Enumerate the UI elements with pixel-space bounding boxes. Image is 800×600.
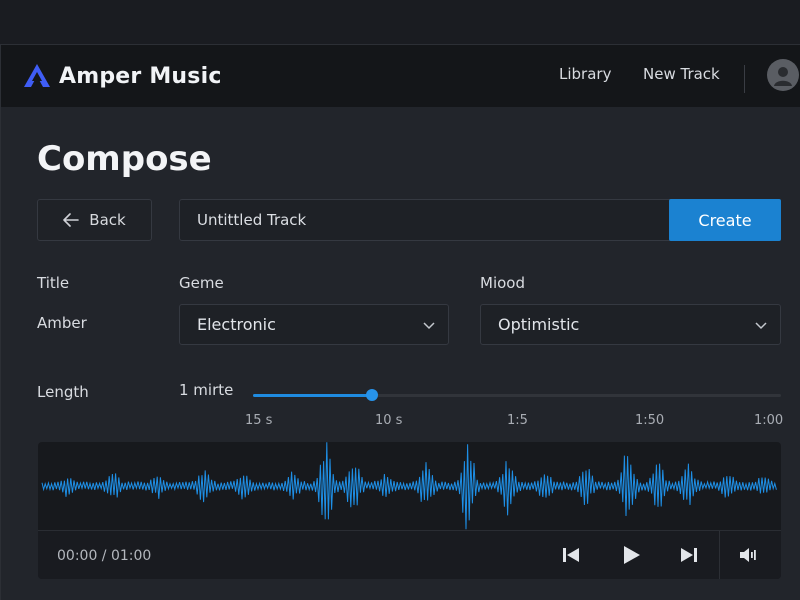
length-slider[interactable]	[253, 389, 781, 401]
app-window: Amper Music Library New Track Compose Ba…	[0, 44, 800, 600]
genre-value: Electronic	[197, 315, 276, 334]
nav-new-track[interactable]: New Track	[643, 65, 720, 83]
length-slider-thumb[interactable]	[366, 389, 379, 401]
navbar: Amper Music Library New Track	[1, 45, 800, 107]
length-slider-fill	[253, 394, 373, 397]
length-tick: 1:00	[754, 413, 784, 428]
length-tick: 1:5	[507, 413, 528, 428]
waveform-path	[41, 442, 777, 530]
chevron-down-icon	[755, 322, 767, 330]
arrow-left-icon	[63, 213, 80, 227]
chevron-down-icon	[423, 322, 435, 330]
genre-label: Geme	[179, 274, 224, 292]
brand-name: Amper Music	[59, 63, 222, 89]
title-value: Amber	[37, 314, 87, 332]
length-label: Length	[37, 383, 89, 401]
brand[interactable]: Amper Music	[23, 61, 222, 91]
length-tick: 10 s	[375, 413, 403, 428]
nav-library[interactable]: Library	[559, 65, 611, 83]
length-tick: 15 s	[245, 413, 273, 428]
amper-logo-icon	[24, 64, 50, 87]
title-label: Title	[37, 274, 70, 292]
mood-select[interactable]: Optimistic	[480, 304, 781, 345]
avatar[interactable]	[767, 59, 799, 91]
player-controls: 00:00 / 01:00	[38, 530, 781, 579]
length-tick: 1:50	[635, 413, 665, 428]
track-title-input[interactable]	[180, 200, 670, 240]
audio-player: 00:00 / 01:00	[38, 442, 781, 579]
volume-icon[interactable]	[738, 545, 758, 565]
nav-divider	[744, 65, 745, 93]
page-title: Compose	[37, 139, 212, 179]
mood-label: Miood	[480, 274, 525, 292]
avatar-user-icon	[774, 67, 792, 86]
back-label: Back	[89, 211, 126, 229]
length-value: 1 mirte	[179, 381, 234, 399]
back-button[interactable]: Back	[37, 199, 152, 241]
play-icon[interactable]	[620, 544, 642, 566]
skip-forward-icon[interactable]	[679, 545, 699, 565]
top-strip	[0, 0, 800, 44]
waveform[interactable]	[38, 442, 781, 530]
playback-time: 00:00 / 01:00	[57, 548, 152, 564]
mood-value: Optimistic	[498, 315, 580, 334]
genre-select[interactable]: Electronic	[179, 304, 449, 345]
skip-back-icon[interactable]	[561, 545, 581, 565]
create-button[interactable]: Create	[669, 199, 781, 241]
player-divider	[719, 531, 720, 579]
